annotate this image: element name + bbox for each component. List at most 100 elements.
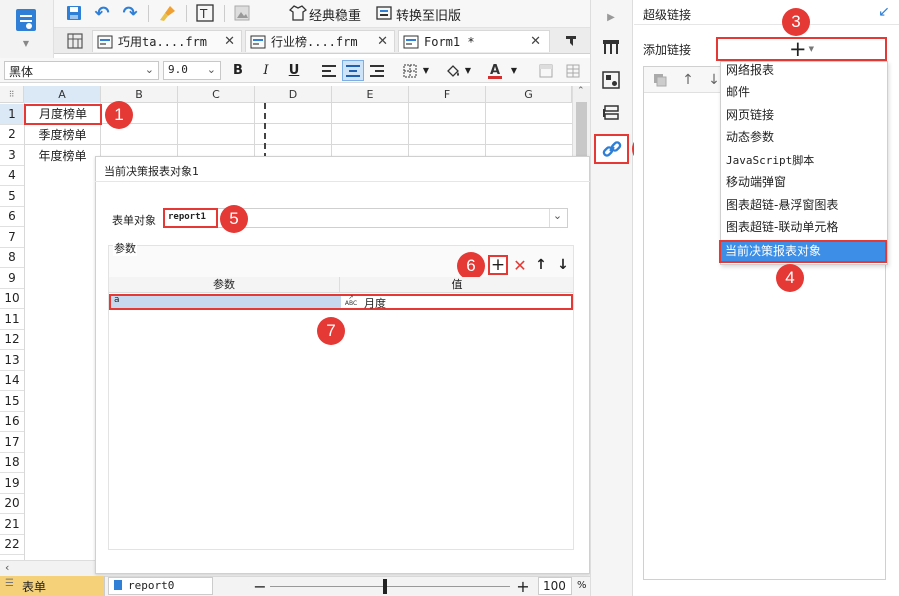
row-header[interactable]: 1 bbox=[0, 104, 24, 125]
logo-dropdown-icon[interactable]: ▼ bbox=[20, 38, 32, 48]
move-up-icon[interactable]: ↑ bbox=[680, 71, 696, 89]
menu-item-web-link[interactable]: 网页链接 bbox=[722, 105, 886, 126]
font-size-select[interactable]: 9.0 ⌄ bbox=[163, 61, 221, 80]
cell-a1[interactable]: 月度榜单 bbox=[24, 104, 102, 125]
close-icon[interactable]: ✕ bbox=[377, 34, 388, 49]
convert-icon[interactable] bbox=[374, 3, 394, 23]
chevron-down-icon[interactable]: ▼ bbox=[463, 63, 473, 78]
menu-item-mobile-popup[interactable]: 移动端弹窗 bbox=[722, 172, 886, 193]
app-logo-icon[interactable] bbox=[12, 6, 40, 36]
theme-shirt-icon[interactable] bbox=[288, 3, 308, 23]
align-right-icon[interactable] bbox=[367, 61, 387, 80]
sheet-tab[interactable]: ☰ 表单 bbox=[0, 576, 105, 596]
font-color-icon[interactable]: A bbox=[485, 60, 505, 81]
row-header[interactable]: 22 bbox=[0, 534, 24, 555]
condition-icon[interactable] bbox=[599, 102, 623, 124]
row-header[interactable]: 14 bbox=[0, 370, 24, 391]
report-tab[interactable]: report0 bbox=[108, 577, 213, 595]
column-header[interactable]: G bbox=[486, 86, 572, 103]
align-left-icon[interactable] bbox=[319, 61, 339, 80]
menu-item-javascript[interactable]: JavaScript脚本 bbox=[722, 150, 886, 171]
menu-item-network-report[interactable]: 网络报表 bbox=[722, 60, 886, 81]
copy-icon[interactable] bbox=[651, 71, 669, 89]
close-icon[interactable]: ✕ bbox=[224, 34, 235, 49]
row-header[interactable]: 13 bbox=[0, 350, 24, 371]
convert-old-label[interactable]: 转换至旧版 bbox=[396, 5, 461, 24]
format-brush-icon[interactable] bbox=[157, 3, 179, 23]
param-name-cell[interactable]: a bbox=[111, 295, 341, 308]
column-header[interactable]: A bbox=[24, 86, 101, 103]
hyperlink-tab-button[interactable] bbox=[594, 134, 629, 164]
redo-icon[interactable]: ↷ bbox=[120, 3, 140, 24]
menu-item-dynamic-params[interactable]: 动态参数 bbox=[722, 127, 886, 148]
column-header[interactable]: D bbox=[255, 86, 332, 103]
dock-arrow-icon[interactable]: ↙ bbox=[876, 4, 892, 20]
undo-icon[interactable]: ↶ bbox=[92, 3, 112, 24]
row-header[interactable]: 16 bbox=[0, 411, 24, 432]
row-header[interactable]: 4 bbox=[0, 165, 24, 186]
image-icon[interactable] bbox=[232, 3, 252, 23]
row-header[interactable]: 18 bbox=[0, 452, 24, 473]
delete-param-icon[interactable]: ✕ bbox=[512, 256, 528, 275]
font-name-select[interactable]: 黑体 ⌄ bbox=[4, 61, 159, 80]
add-link-button[interactable]: + ▼ bbox=[716, 37, 887, 61]
tab-file-1[interactable]: 巧用ta....frm ✕ bbox=[92, 30, 242, 52]
zoom-slider-thumb[interactable] bbox=[383, 579, 387, 594]
row-header[interactable]: 15 bbox=[0, 391, 24, 412]
text-box-icon[interactable]: T bbox=[194, 3, 216, 23]
scroll-thumb[interactable] bbox=[576, 102, 587, 158]
row-header[interactable]: 6 bbox=[0, 206, 24, 227]
vertical-scrollbar[interactable]: ⌃ bbox=[572, 86, 590, 166]
widget-settings-icon[interactable] bbox=[599, 69, 623, 91]
row-header[interactable]: 19 bbox=[0, 473, 24, 494]
type-icon[interactable]: ↗ ABC bbox=[342, 295, 360, 308]
corner-select-all[interactable]: ⠿ bbox=[0, 86, 24, 103]
row-header[interactable]: 10 bbox=[0, 288, 24, 309]
zoom-slider-track[interactable] bbox=[270, 586, 510, 587]
column-header[interactable]: B bbox=[101, 86, 178, 103]
menu-item-chart-float[interactable]: 图表超链-悬浮窗图表 bbox=[722, 195, 886, 216]
zoom-input[interactable]: 100 bbox=[538, 577, 572, 595]
row-header[interactable]: 5 bbox=[0, 186, 24, 207]
bold-icon[interactable]: B bbox=[229, 61, 247, 80]
row-header[interactable]: 11 bbox=[0, 309, 24, 330]
tab-file-3[interactable]: Form1 * ✕ bbox=[398, 30, 550, 52]
param-row[interactable]: a ↗ ABC 月度 bbox=[109, 294, 573, 310]
tab-file-2[interactable]: 行业榜....frm ✕ bbox=[245, 30, 395, 52]
cell-attributes-icon[interactable] bbox=[599, 36, 623, 58]
menu-item-email[interactable]: 邮件 bbox=[722, 82, 886, 103]
close-icon[interactable]: ✕ bbox=[530, 34, 541, 49]
row-header[interactable]: 2 bbox=[0, 124, 24, 145]
row-header[interactable]: 17 bbox=[0, 432, 24, 453]
zoom-in-icon[interactable]: + bbox=[515, 577, 531, 596]
row-header[interactable]: 9 bbox=[0, 268, 24, 289]
collapse-arrow-icon[interactable]: ▶ bbox=[603, 9, 619, 25]
column-header[interactable]: F bbox=[409, 86, 486, 103]
row-header[interactable]: 20 bbox=[0, 493, 24, 514]
border-icon[interactable] bbox=[400, 61, 420, 80]
save-icon[interactable] bbox=[64, 3, 84, 23]
chevron-down-icon[interactable]: ▼ bbox=[509, 63, 519, 78]
classic-stable-label[interactable]: 经典稳重 bbox=[309, 5, 361, 24]
move-up-icon[interactable]: ↑ bbox=[534, 256, 548, 274]
cell-a2[interactable]: 季度榜单 bbox=[24, 125, 101, 145]
scroll-left-icon[interactable]: ‹ bbox=[5, 561, 9, 574]
italic-icon[interactable]: I bbox=[257, 61, 275, 80]
merge-cells-icon[interactable] bbox=[536, 61, 556, 80]
grid-layout-icon[interactable] bbox=[64, 31, 86, 51]
underline-icon[interactable]: U bbox=[285, 61, 303, 80]
move-down-icon[interactable]: ↓ bbox=[556, 256, 570, 274]
scroll-up-icon[interactable]: ⌃ bbox=[577, 86, 585, 96]
tab-menu-icon[interactable] bbox=[560, 32, 582, 50]
align-center-icon[interactable] bbox=[342, 60, 364, 81]
fill-color-icon[interactable] bbox=[443, 61, 463, 80]
column-header[interactable]: E bbox=[332, 86, 409, 103]
row-header[interactable]: 3 bbox=[0, 145, 24, 166]
menu-item-current-report-object[interactable]: 当前决策报表对象 bbox=[719, 240, 887, 263]
add-param-button[interactable]: + bbox=[488, 255, 508, 275]
row-header[interactable]: 7 bbox=[0, 227, 24, 248]
row-header[interactable]: 8 bbox=[0, 247, 24, 268]
zoom-out-icon[interactable]: − bbox=[252, 577, 268, 596]
menu-item-chart-link-cell[interactable]: 图表超链-联动单元格 bbox=[722, 217, 886, 238]
column-header[interactable]: C bbox=[178, 86, 255, 103]
